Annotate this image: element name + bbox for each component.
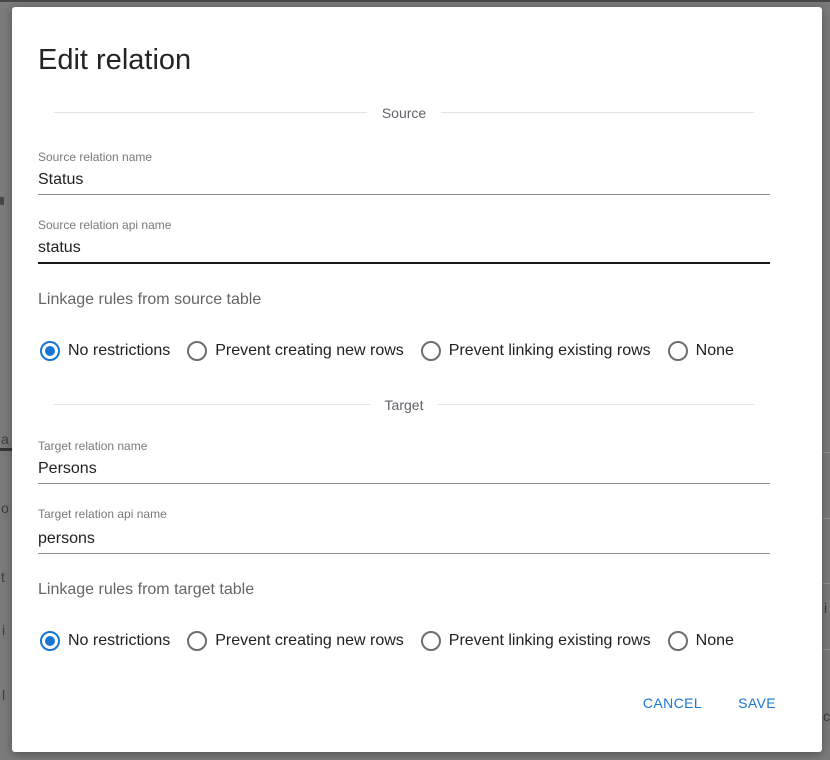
backdrop-fragment-line bbox=[0, 448, 12, 451]
radio-option-prevent-creating-new-rows[interactable]: Prevent creating new rows bbox=[187, 341, 404, 361]
target-section-divider: Target bbox=[54, 396, 754, 414]
radio-option-no-restrictions[interactable]: No restrictions bbox=[40, 631, 170, 651]
radio-option-label: Prevent linking existing rows bbox=[449, 341, 651, 360]
radio-option-label: Prevent linking existing rows bbox=[449, 631, 651, 650]
backdrop-text-fragment: o bbox=[1, 501, 11, 515]
backdrop-text-fragment: i bbox=[2, 623, 11, 637]
radio-option-prevent-linking-existing-rows[interactable]: Prevent linking existing rows bbox=[421, 631, 651, 651]
divider-line bbox=[54, 112, 367, 113]
target-relation-api-name-input[interactable] bbox=[38, 529, 770, 554]
backdrop-text-fragment: i bbox=[824, 601, 830, 615]
source-relation-api-name-input[interactable] bbox=[38, 238, 770, 264]
divider-line bbox=[441, 112, 754, 113]
dialog-actions: CANCEL SAVE bbox=[38, 693, 780, 713]
divider-line bbox=[438, 404, 754, 405]
radio-option-label: Prevent creating new rows bbox=[215, 341, 404, 360]
radio-option-none[interactable]: None bbox=[668, 631, 734, 651]
backdrop-fragment-line bbox=[823, 452, 830, 453]
radio-option-no-restrictions[interactable]: No restrictions bbox=[40, 341, 170, 361]
radio-option-prevent-linking-existing-rows[interactable]: Prevent linking existing rows bbox=[421, 341, 651, 361]
backdrop-text-fragment: c bbox=[823, 709, 830, 723]
radio-icon[interactable] bbox=[187, 631, 207, 651]
target-relation-name-input[interactable] bbox=[38, 459, 770, 484]
radio-option-label: No restrictions bbox=[68, 341, 170, 360]
target-relation-api-name-label: Target relation api name bbox=[38, 507, 770, 522]
backdrop-text-fragment: t bbox=[1, 570, 11, 584]
source-relation-name-input[interactable] bbox=[38, 170, 770, 195]
radio-icon[interactable] bbox=[421, 631, 441, 651]
radio-icon[interactable] bbox=[668, 341, 688, 361]
target-linkage-radio-group: No restrictions Prevent creating new row… bbox=[40, 631, 770, 651]
radio-icon[interactable] bbox=[668, 631, 688, 651]
backdrop-fragment-mark bbox=[0, 197, 4, 205]
source-divider-label: Source bbox=[382, 104, 426, 122]
backdrop-fragment-line bbox=[823, 518, 830, 519]
radio-icon[interactable] bbox=[421, 341, 441, 361]
radio-option-label: Prevent creating new rows bbox=[215, 631, 404, 650]
backdrop-top-edge bbox=[0, 0, 830, 2]
save-button[interactable]: SAVE bbox=[734, 693, 780, 713]
cancel-button[interactable]: CANCEL bbox=[639, 693, 706, 713]
radio-icon[interactable] bbox=[187, 341, 207, 361]
backdrop-text-fragment: l bbox=[2, 688, 11, 702]
radio-option-prevent-creating-new-rows[interactable]: Prevent creating new rows bbox=[187, 631, 404, 651]
radio-option-none[interactable]: None bbox=[668, 341, 734, 361]
backdrop-fragment-line bbox=[823, 583, 830, 584]
radio-icon[interactable] bbox=[40, 631, 60, 651]
source-section-divider: Source bbox=[54, 104, 754, 122]
radio-option-label: No restrictions bbox=[68, 631, 170, 650]
edit-relation-dialog: Edit relation Source Source relation nam… bbox=[12, 7, 822, 752]
linkage-rules-target-label: Linkage rules from target table bbox=[38, 580, 770, 599]
divider-line bbox=[54, 404, 370, 405]
source-relation-name-label: Source relation name bbox=[38, 150, 770, 165]
target-relation-name-label: Target relation name bbox=[38, 439, 770, 454]
backdrop-text-fragment: a bbox=[1, 432, 11, 446]
backdrop-fragment-line bbox=[823, 649, 830, 650]
target-divider-label: Target bbox=[385, 396, 424, 414]
source-linkage-radio-group: No restrictions Prevent creating new row… bbox=[40, 341, 770, 361]
dialog-title: Edit relation bbox=[38, 43, 770, 78]
linkage-rules-source-label: Linkage rules from source table bbox=[38, 290, 770, 309]
radio-option-label: None bbox=[696, 631, 734, 650]
source-relation-api-name-label: Source relation api name bbox=[38, 218, 770, 233]
radio-icon[interactable] bbox=[40, 341, 60, 361]
radio-option-label: None bbox=[696, 341, 734, 360]
